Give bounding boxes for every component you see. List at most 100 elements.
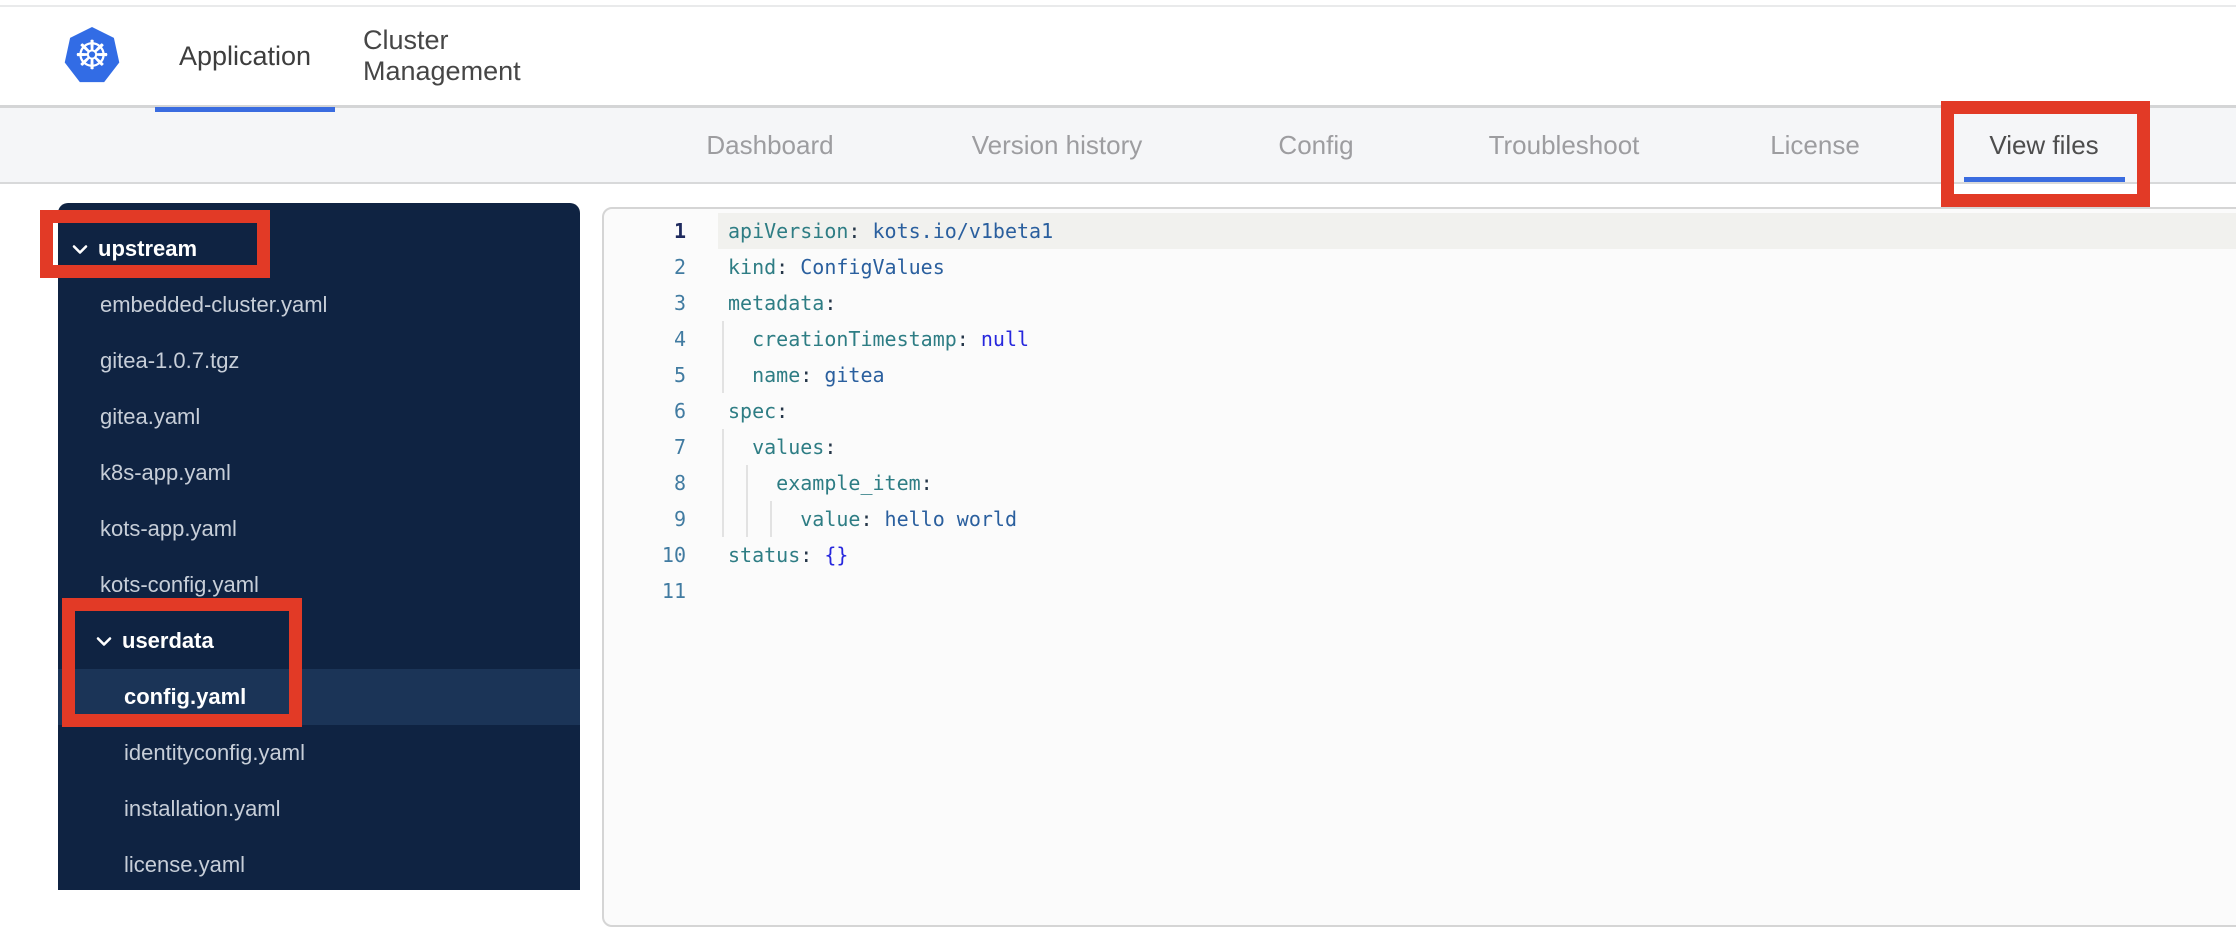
indent-guide <box>722 501 724 537</box>
line-number: 8 <box>673 471 686 495</box>
indent-guide <box>722 465 724 501</box>
code-text: metadata: <box>728 285 836 321</box>
line-number: 4 <box>673 327 686 351</box>
tree-folder-userdata[interactable]: userdata <box>58 613 580 669</box>
token-key: example_item <box>776 471 921 495</box>
token-kw: null <box>968 327 1030 351</box>
token-key: creationTimestamp <box>752 327 957 351</box>
token-val: ConfigValues <box>788 255 945 279</box>
code-text: creationTimestamp: null <box>728 321 1029 357</box>
tree-file-gitea-yaml[interactable]: gitea.yaml <box>58 389 580 445</box>
tree-file-license-yaml[interactable]: license.yaml <box>58 837 580 890</box>
token-colon: : <box>800 543 813 567</box>
app-subnav: Dashboard Version history Config Troublesho… <box>0 108 2236 184</box>
subnav-tab-dashboard[interactable]: Dashboard <box>706 108 833 182</box>
code-line-5: 5 name: gitea <box>604 357 2236 393</box>
tree-file-installation-yaml[interactable]: installation.yaml <box>58 781 580 837</box>
code-line-6: 6 spec: <box>604 393 2236 429</box>
tree-file-kots-app-yaml[interactable]: kots-app.yaml <box>58 501 580 557</box>
token-key: spec <box>728 399 777 423</box>
header-tab-cluster-management[interactable]: Cluster Management <box>363 7 597 105</box>
tree-folder-upstream[interactable]: upstream <box>58 221 580 277</box>
code-line-3: 3 metadata: <box>604 285 2236 321</box>
code-line-4: 4 creationTimestamp: null <box>604 321 2236 357</box>
tree-file-kots-config-yaml[interactable]: kots-config.yaml <box>58 557 580 613</box>
file-label: embedded-cluster.yaml <box>100 292 328 317</box>
code-text: spec: <box>728 393 788 429</box>
token-val: gitea <box>812 363 885 387</box>
line-number: 10 <box>661 543 686 567</box>
tree-file-identityconfig-yaml[interactable]: identityconfig.yaml <box>58 725 580 781</box>
line-number: 7 <box>673 435 686 459</box>
active-header-tab-underline <box>155 107 335 112</box>
line-number: 9 <box>673 507 686 531</box>
subnav-tab-config[interactable]: Config <box>1278 108 1353 182</box>
yaml-code-editor[interactable]: 1 apiVersion: kots.io/v1beta1 2 kind: Confi… <box>602 207 2236 927</box>
token-colon: : <box>848 219 861 243</box>
code-line-7: 7 values: <box>604 429 2236 465</box>
app-header: ☸ Application Cluster Management <box>0 7 2236 112</box>
subnav-tab-troubleshoot[interactable]: Troubleshoot <box>1489 108 1640 182</box>
tree-file-config-yaml[interactable]: config.yaml <box>58 669 580 725</box>
subnav-tab-version-history[interactable]: Version history <box>972 108 1143 182</box>
token-colon: : <box>800 363 813 387</box>
tree-file-gitea-1-0-7-tgz[interactable]: gitea-1.0.7.tgz <box>58 333 580 389</box>
header-tab-application[interactable]: Application <box>155 7 335 105</box>
token-key: apiVersion <box>728 219 849 243</box>
indent-guide <box>722 429 724 465</box>
line-number: 6 <box>673 399 686 423</box>
token-key: name <box>752 363 801 387</box>
token-colon: : <box>956 327 969 351</box>
token-colon: : <box>920 471 933 495</box>
token-key: status <box>728 543 801 567</box>
code-line-8: 8 example_item: <box>604 465 2236 501</box>
tree-file-k8s-app-yaml[interactable]: k8s-app.yaml <box>58 445 580 501</box>
token-colon: : <box>776 399 789 423</box>
code-line-11: 11 <box>604 573 2236 609</box>
code-line-9: 9 value: hello world <box>604 501 2236 537</box>
kots-admin-console: ☸ Application Cluster Management Dashboar… <box>0 0 2236 927</box>
file-label: config.yaml <box>124 684 247 709</box>
line-number: 2 <box>673 255 686 279</box>
file-label: license.yaml <box>124 852 246 877</box>
token-val: hello world <box>872 507 1018 531</box>
line-number: 3 <box>673 291 686 315</box>
file-label: kots-app.yaml <box>100 516 237 541</box>
token-colon: : <box>824 291 837 315</box>
code-text: value: hello world <box>728 501 1017 537</box>
file-label: installation.yaml <box>124 796 281 821</box>
token-key: kind <box>728 255 777 279</box>
kubernetes-logo-icon: ☸ <box>64 27 120 83</box>
line-number: 1 <box>673 219 686 243</box>
code-text: example_item: <box>728 465 933 501</box>
chevron-down-icon <box>96 636 112 647</box>
code-text: kind: ConfigValues <box>728 249 945 285</box>
tree-file-embedded-cluster-yaml[interactable]: embedded-cluster.yaml <box>58 277 580 333</box>
token-val: kots.io/v1beta1 <box>860 219 1054 243</box>
file-label: k8s-app.yaml <box>100 460 231 485</box>
active-subnav-tab-underline <box>1964 177 2125 182</box>
file-label: gitea.yaml <box>100 404 201 429</box>
code-text: values: <box>728 429 836 465</box>
folder-label: userdata <box>122 628 214 653</box>
code-line-2: 2 kind: ConfigValues <box>604 249 2236 285</box>
code-text: apiVersion: kots.io/v1beta1 <box>728 213 1053 249</box>
folder-label: upstream <box>98 236 198 261</box>
token-kw: {} <box>812 543 849 567</box>
indent-guide <box>722 321 724 357</box>
token-colon: : <box>824 435 837 459</box>
code-text: status: {} <box>728 537 848 573</box>
file-tree-sidebar: upstream embedded-cluster.yaml gitea-1.0.7… <box>58 203 580 890</box>
token-key: value <box>800 507 861 531</box>
subnav-tab-license[interactable]: License <box>1770 108 1860 182</box>
indent-guide <box>722 357 724 393</box>
file-label: kots-config.yaml <box>100 572 259 597</box>
chevron-down-icon <box>72 244 88 255</box>
subnav-tab-view-files[interactable]: View files <box>1989 108 2098 182</box>
code-line-1: 1 apiVersion: kots.io/v1beta1 <box>604 213 2236 249</box>
token-colon: : <box>776 255 789 279</box>
